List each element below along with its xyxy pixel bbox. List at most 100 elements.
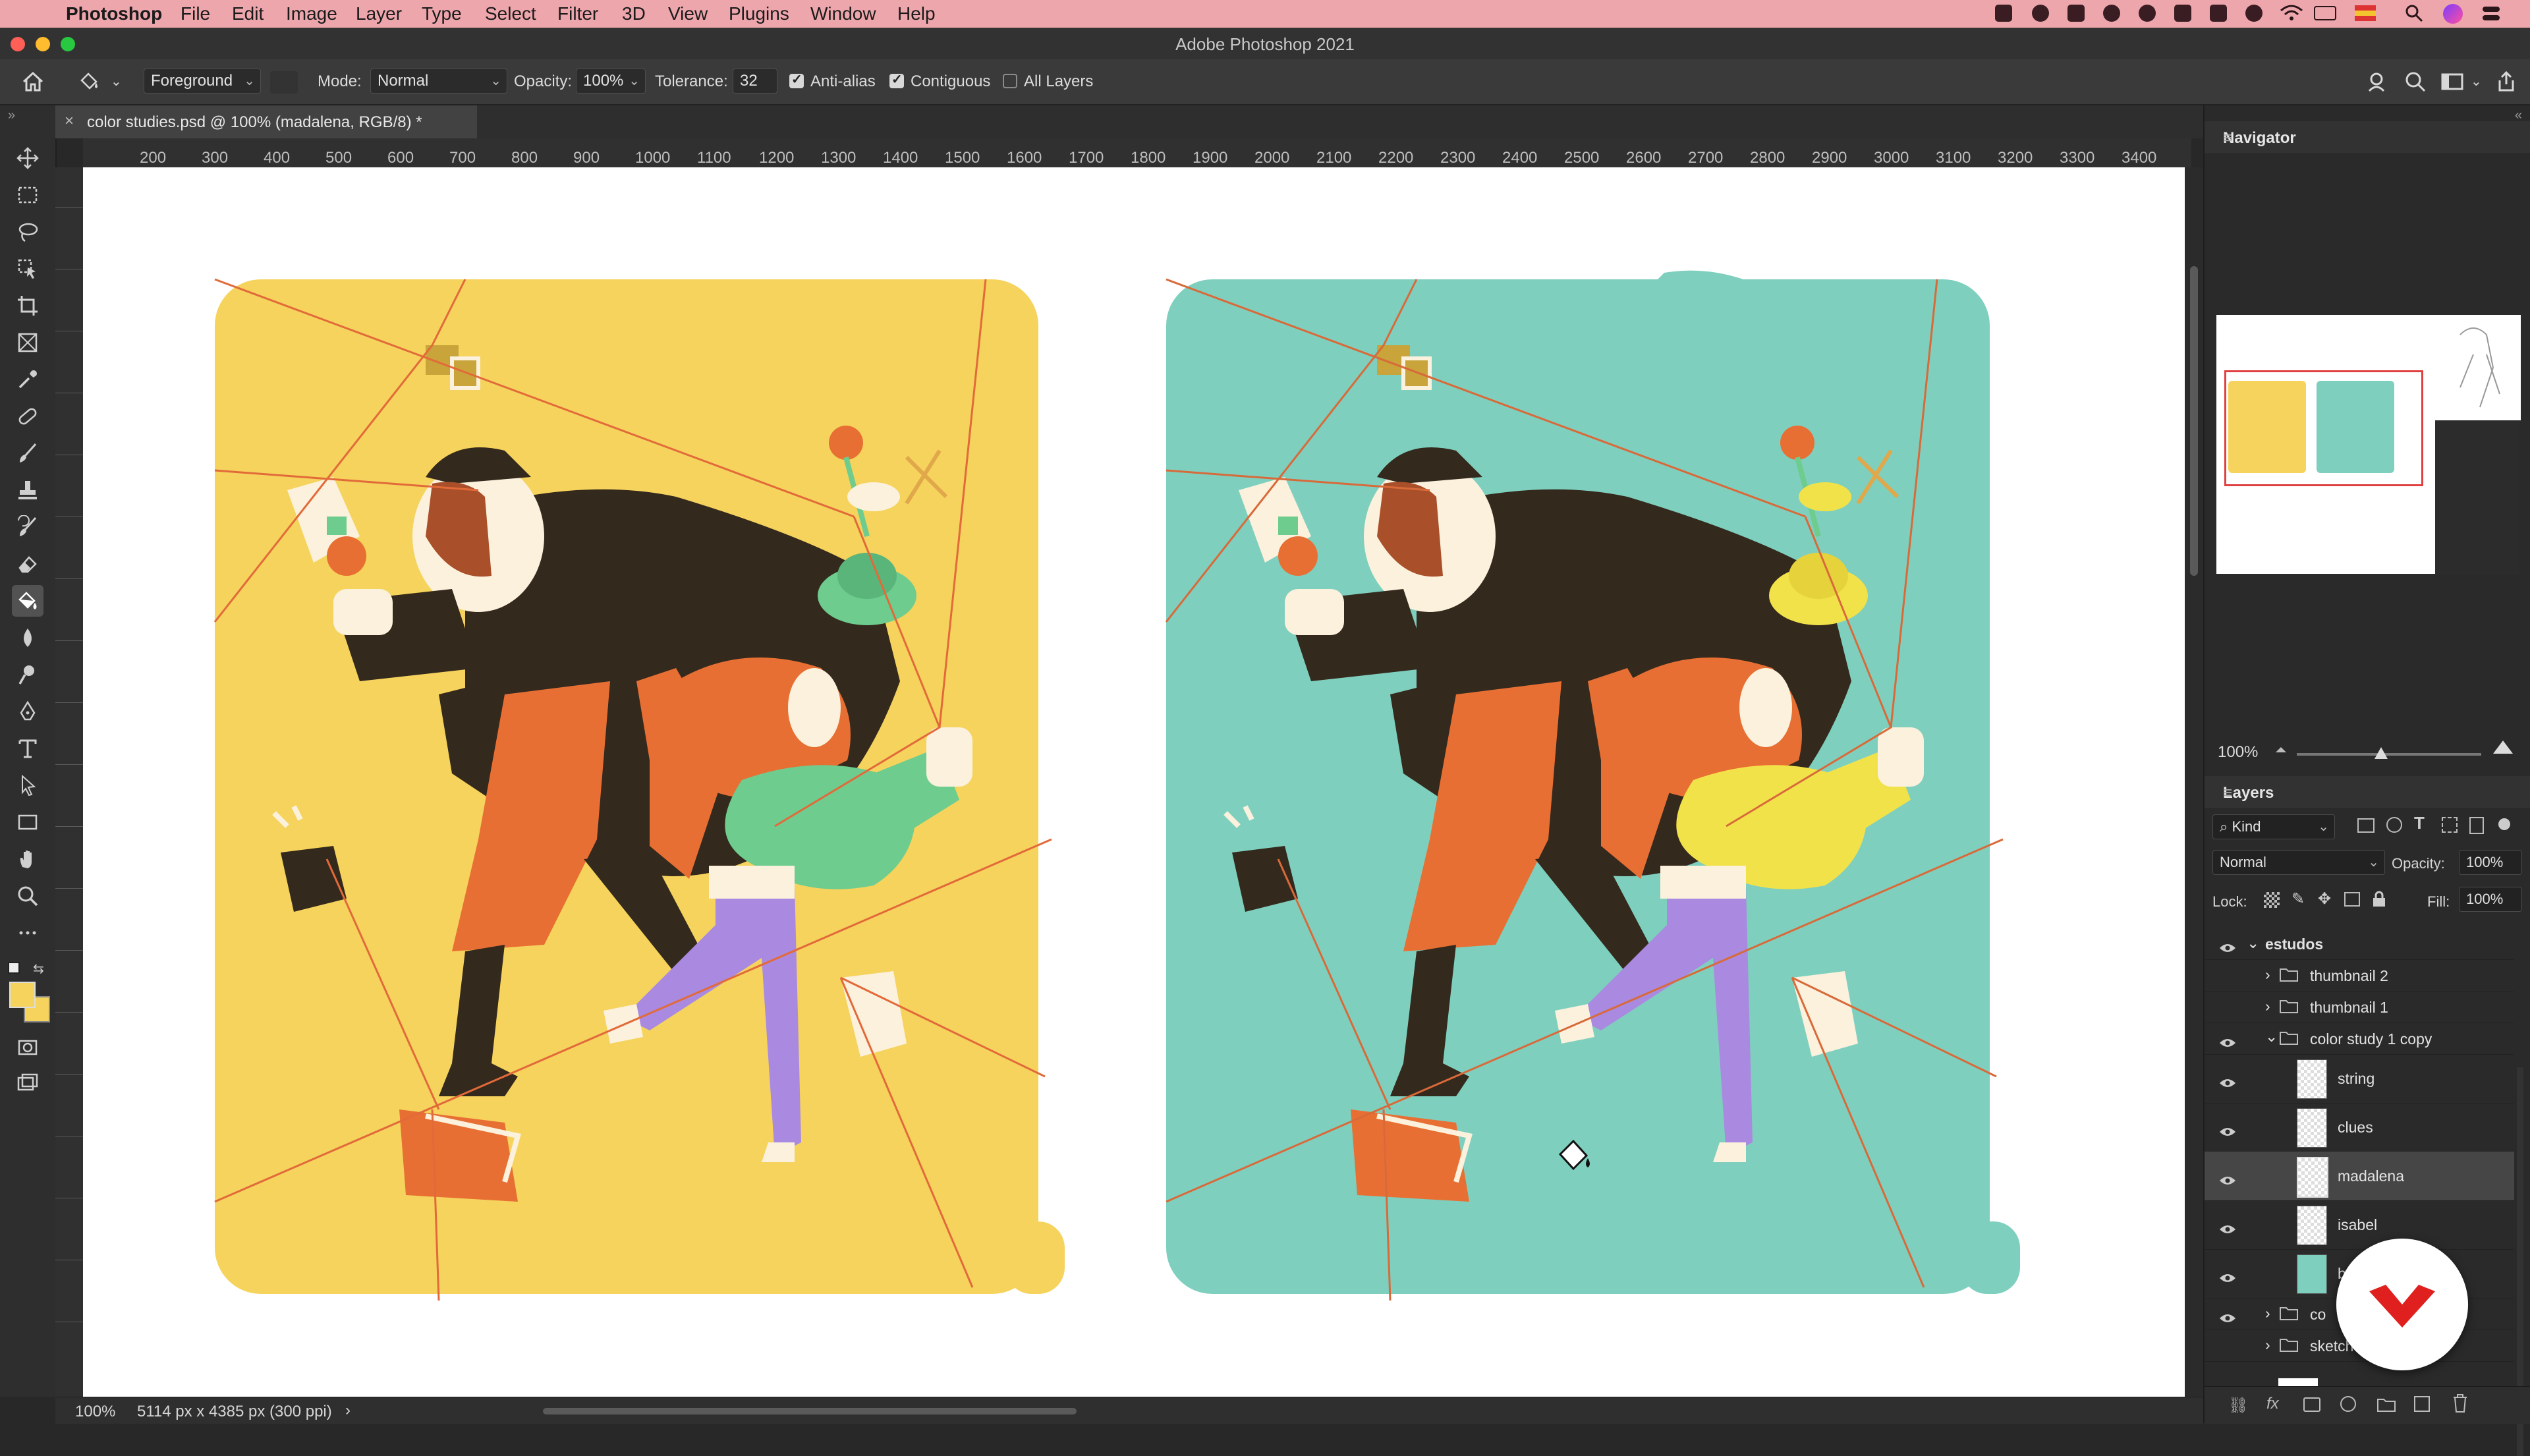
foreground-color-swatch[interactable] [9, 982, 36, 1008]
menu-window[interactable]: Window [810, 3, 876, 24]
visibility-eye-icon[interactable] [2219, 1034, 2236, 1047]
crop-tool-icon[interactable] [12, 290, 43, 322]
eyedropper-tool-icon[interactable] [12, 364, 43, 395]
airplay-icon[interactable] [2210, 5, 2227, 22]
chevron-right-icon[interactable]: › [2265, 997, 2270, 1015]
layer-madalena[interactable]: madalena [2205, 1152, 2514, 1201]
workspace-chevron-icon[interactable]: ⌄ [2471, 72, 2482, 91]
menu-layer[interactable]: Layer [356, 3, 402, 24]
menu-view[interactable]: View [668, 3, 708, 24]
visibility-eye-icon[interactable] [2219, 1309, 2236, 1322]
eraser-tool-icon[interactable] [12, 548, 43, 580]
chevron-right-icon[interactable]: › [2265, 1304, 2270, 1322]
anti-alias-checkbox[interactable] [789, 71, 804, 88]
rectangle-tool-icon[interactable] [12, 806, 43, 838]
chevron-down-icon[interactable]: ⌄ [2247, 934, 2259, 952]
navigator-view-frame[interactable] [2224, 370, 2423, 486]
contiguous-checkbox[interactable] [889, 71, 904, 88]
navigator-zoom-slider[interactable] [2297, 753, 2481, 756]
shield-icon[interactable] [2174, 5, 2191, 22]
wifi-icon[interactable] [2280, 4, 2303, 27]
blur-tool-icon[interactable] [12, 622, 43, 654]
layer-group-thumbnail-1[interactable]: › thumbnail 1 [2205, 991, 2514, 1023]
flag-icon[interactable] [2355, 5, 2376, 21]
menu-filter[interactable]: Filter [557, 3, 598, 24]
quick-mask-icon[interactable] [12, 1032, 43, 1063]
canvas-vertical-scrollbar[interactable] [2185, 167, 2203, 1397]
chevron-right-icon[interactable]: › [2265, 1336, 2270, 1354]
menu-edit[interactable]: Edit [232, 3, 264, 24]
lock-position-icon[interactable]: ✥ [2318, 889, 2331, 909]
filter-toggle-icon[interactable] [2498, 818, 2510, 830]
menu-plugins[interactable]: Plugins [729, 3, 789, 24]
visibility-eye-icon[interactable] [2219, 1123, 2236, 1136]
filter-adjustment-layer-icon[interactable] [2386, 817, 2402, 833]
all-layers-checkbox[interactable] [1003, 74, 1017, 88]
link-layers-icon[interactable]: ⛓ [2228, 1396, 2248, 1415]
layer-clues[interactable]: clues [2205, 1103, 2514, 1152]
home-icon[interactable] [21, 70, 45, 94]
more-tools-icon[interactable] [12, 917, 43, 949]
search-icon[interactable] [2404, 70, 2427, 94]
pattern-picker[interactable] [270, 71, 298, 94]
display-icon[interactable] [2067, 5, 2085, 22]
layer-opacity-field[interactable]: 100% [2459, 850, 2522, 875]
filter-type-layer-icon[interactable]: T [2414, 813, 2425, 833]
status-menu-arrow-icon[interactable]: › [345, 1401, 351, 1420]
canvas-horizontal-scrollbar[interactable] [543, 1408, 1077, 1414]
new-group-icon[interactable] [2377, 1397, 2396, 1412]
zoom-tool-icon[interactable] [12, 880, 43, 912]
document-tab[interactable]: × color studies.psd @ 100% (madalena, RG… [55, 105, 477, 138]
brush-tool-icon[interactable] [12, 437, 43, 469]
filter-pixel-layer-icon[interactable] [2357, 818, 2375, 833]
paint-bucket-tool-icon[interactable] [12, 585, 43, 617]
spotlight-search-icon[interactable] [2405, 4, 2423, 27]
screen-mode-icon[interactable] [12, 1067, 43, 1099]
menu-select[interactable]: Select [485, 3, 536, 24]
screen-share-icon[interactable] [1995, 5, 2012, 22]
add-mask-icon[interactable] [2303, 1397, 2320, 1412]
chevron-down-icon[interactable]: ⌄ [2265, 1028, 2278, 1046]
move-tool-icon[interactable] [12, 142, 43, 174]
navigator-zoom-value[interactable]: 100% [2218, 743, 2258, 762]
visibility-eye-icon[interactable] [2219, 939, 2236, 952]
layer-fill-field[interactable]: 100% [2459, 887, 2522, 912]
menu-3d[interactable]: 3D [622, 3, 646, 24]
visibility-eye-icon[interactable] [2219, 1220, 2236, 1233]
zoom-out-icon[interactable] [2273, 741, 2289, 760]
tolerance-input[interactable]: 32 [733, 69, 777, 94]
layer-blend-mode-dropdown[interactable]: Normal ⌄ [2212, 850, 2385, 875]
lock-all-icon[interactable] [2372, 891, 2386, 911]
new-adjustment-layer-icon[interactable] [2340, 1396, 2356, 1412]
preset-dropdown-chevron-icon[interactable]: ⌄ [111, 72, 122, 91]
scrollbar-thumb[interactable] [2190, 266, 2198, 576]
layers-panel-header[interactable]: Layers ≡ [2205, 776, 2530, 808]
creative-cloud-icon[interactable] [2032, 5, 2049, 22]
path-selection-tool-icon[interactable] [12, 770, 43, 801]
visibility-eye-icon[interactable] [2219, 1074, 2236, 1087]
opacity-field[interactable]: 100% ⌄ [576, 69, 646, 94]
menu-image[interactable]: Image [286, 3, 337, 24]
control-center-icon[interactable] [2481, 5, 2501, 27]
lock-transparent-pixels-icon[interactable] [2264, 892, 2280, 908]
menu-type[interactable]: Type [422, 3, 462, 24]
siri-icon[interactable] [2443, 4, 2463, 24]
fill-source-dropdown[interactable]: Foreground ⌄ [144, 69, 261, 94]
panel-menu-icon[interactable]: ≡ [2223, 129, 2521, 148]
blend-mode-dropdown[interactable]: Normal ⌄ [370, 69, 507, 94]
workspace-icon[interactable] [2440, 70, 2464, 94]
layer-string[interactable]: string [2205, 1054, 2514, 1104]
object-selection-tool-icon[interactable] [12, 253, 43, 285]
layer-filter-kind-dropdown[interactable]: ⌕ Kind ⌄ [2212, 814, 2335, 839]
filter-shape-layer-icon[interactable] [2442, 817, 2458, 833]
clock-icon[interactable] [2245, 5, 2263, 22]
visibility-eye-icon[interactable] [2219, 1269, 2236, 1282]
menu-app-photoshop[interactable]: Photoshop [66, 3, 162, 24]
lasso-tool-icon[interactable] [12, 216, 43, 248]
filter-smart-object-icon[interactable] [2469, 817, 2484, 834]
hand-tool-icon[interactable] [12, 843, 43, 875]
pen-tool-icon[interactable] [12, 696, 43, 727]
navigator-zoom-slider-knob[interactable] [2375, 747, 2388, 759]
clone-stamp-tool-icon[interactable] [12, 474, 43, 506]
healing-brush-tool-icon[interactable] [12, 401, 43, 432]
